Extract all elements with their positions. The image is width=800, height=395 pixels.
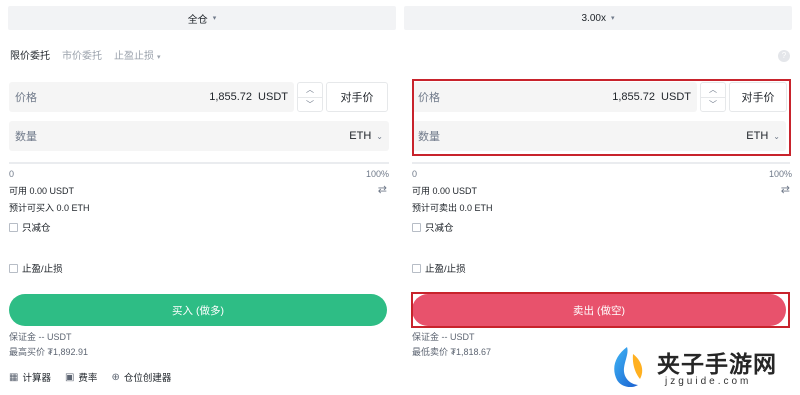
tp-sl-checkbox[interactable]: 止盈/止损 (412, 261, 466, 275)
quantity-input[interactable]: 数量 ETH ⌄ (9, 121, 389, 151)
leverage-label: 3.00x (581, 12, 606, 24)
price-stepper[interactable]: ︿ ﹀ (297, 82, 323, 112)
chevron-down-icon: ▾ (610, 15, 615, 22)
reduce-only-checkbox[interactable]: 只减仓 (412, 220, 454, 234)
watermark-logo-icon (614, 347, 643, 388)
bbo-button[interactable]: 对手价 (326, 82, 388, 112)
estimate-amount: 预计可卖出 0.0 ETH (412, 203, 493, 213)
leverage-selector[interactable]: 3.00x ▾ (404, 6, 792, 30)
watermark-title: 夹子手游网 (657, 351, 777, 377)
price-value: 1,855.72 (209, 91, 253, 103)
price-row: 价格 1,855.72 USDT ︿ ﹀ 对手价 (9, 82, 389, 112)
help-icon[interactable]: ? (778, 50, 790, 62)
available-balance: 可用 0.00 USDT (412, 186, 478, 196)
tab-limit[interactable]: 限价委托 (10, 47, 50, 62)
slider-min-label: 0 (412, 169, 418, 179)
checkbox-icon (9, 222, 18, 232)
available-balance: 可用 0.00 USDT (9, 186, 75, 196)
price-unit: USDT (258, 91, 288, 103)
price-input[interactable]: 价格 1,855.72 USDT (9, 82, 294, 112)
tp-sl-checkbox[interactable]: 止盈/止损 (9, 261, 63, 275)
position-builder-link[interactable]: ⊕ 仓位创建器 (111, 370, 172, 385)
highlight-box-inputs (412, 79, 791, 156)
margin-info: 保证金 -- USDT (9, 332, 72, 342)
amount-slider[interactable] (9, 162, 389, 164)
rate-icon: ▣ (64, 371, 75, 383)
quantity-unit: ETH (349, 130, 372, 142)
tp-sl-label: 止盈/止损 (22, 264, 63, 275)
chevron-down-icon: ⌄ (376, 131, 383, 141)
chevron-down-icon: ▾ (157, 54, 161, 61)
tp-sl-label: 止盈/止损 (425, 264, 466, 275)
margin-mode-selector[interactable]: 全仓 ▾ (8, 6, 396, 30)
buy-panel: 价格 1,855.72 USDT ︿ ﹀ 对手价 数量 ETH ⌄ 0 100%… (9, 80, 389, 390)
tab-stop[interactable]: 止盈止损 ▾ (114, 47, 161, 62)
chevron-down-icon: ▾ (212, 15, 217, 22)
chevron-down-icon[interactable]: ﹀ (298, 96, 322, 112)
margin-info: 保证金 -- USDT (412, 332, 475, 342)
site-watermark: 夹子手游网 jzguide.com (605, 342, 795, 392)
top-bar: 全仓 ▾ 3.00x ▾ (8, 6, 792, 30)
funding-rate-label: 费率 (78, 373, 98, 384)
calculator-link[interactable]: ▦ 计算器 (9, 370, 51, 385)
calculator-icon: ▦ (9, 371, 19, 383)
transfer-icon[interactable]: ⇄ (378, 183, 387, 196)
quantity-label: 数量 (15, 131, 37, 143)
funding-rate-link[interactable]: ▣ 费率 (64, 370, 98, 385)
tool-links: ▦ 计算器 ▣ 费率 ⊕ 仓位创建器 (9, 370, 172, 385)
tab-market[interactable]: 市价委托 (62, 47, 102, 62)
order-type-tabs: 限价委托 市价委托 止盈止损 ▾ (10, 47, 161, 62)
min-sell-price: 最低卖价 ₮1,818.67 (412, 347, 492, 357)
slider-max-label: 100% (768, 169, 792, 179)
reduce-only-checkbox[interactable]: 只减仓 (9, 220, 51, 234)
position-icon: ⊕ (111, 371, 120, 383)
checkbox-icon (412, 222, 421, 232)
estimate-amount: 预计可买入 0.0 ETH (9, 203, 90, 213)
slider-min-label: 0 (9, 169, 15, 179)
calculator-label: 计算器 (22, 373, 51, 384)
checkbox-icon (9, 263, 18, 273)
chevron-up-icon[interactable]: ︿ (298, 83, 322, 97)
reduce-only-label: 只减仓 (425, 223, 454, 234)
slider-max-label: 100% (365, 169, 389, 179)
checkbox-icon (412, 263, 421, 273)
highlight-box-sell-button (411, 292, 790, 328)
reduce-only-label: 只减仓 (22, 223, 51, 234)
margin-mode-label: 全仓 (187, 14, 208, 26)
max-buy-price: 最高买价 ₮1,892.91 (9, 347, 89, 357)
buy-long-button[interactable]: 买入 (做多) (9, 294, 387, 326)
transfer-icon[interactable]: ⇄ (781, 183, 790, 196)
amount-slider[interactable] (412, 162, 790, 164)
tab-stop-label: 止盈止损 (114, 51, 154, 62)
price-label: 价格 (15, 92, 37, 104)
position-builder-label: 仓位创建器 (123, 373, 172, 384)
watermark-url: jzguide.com (665, 376, 752, 387)
